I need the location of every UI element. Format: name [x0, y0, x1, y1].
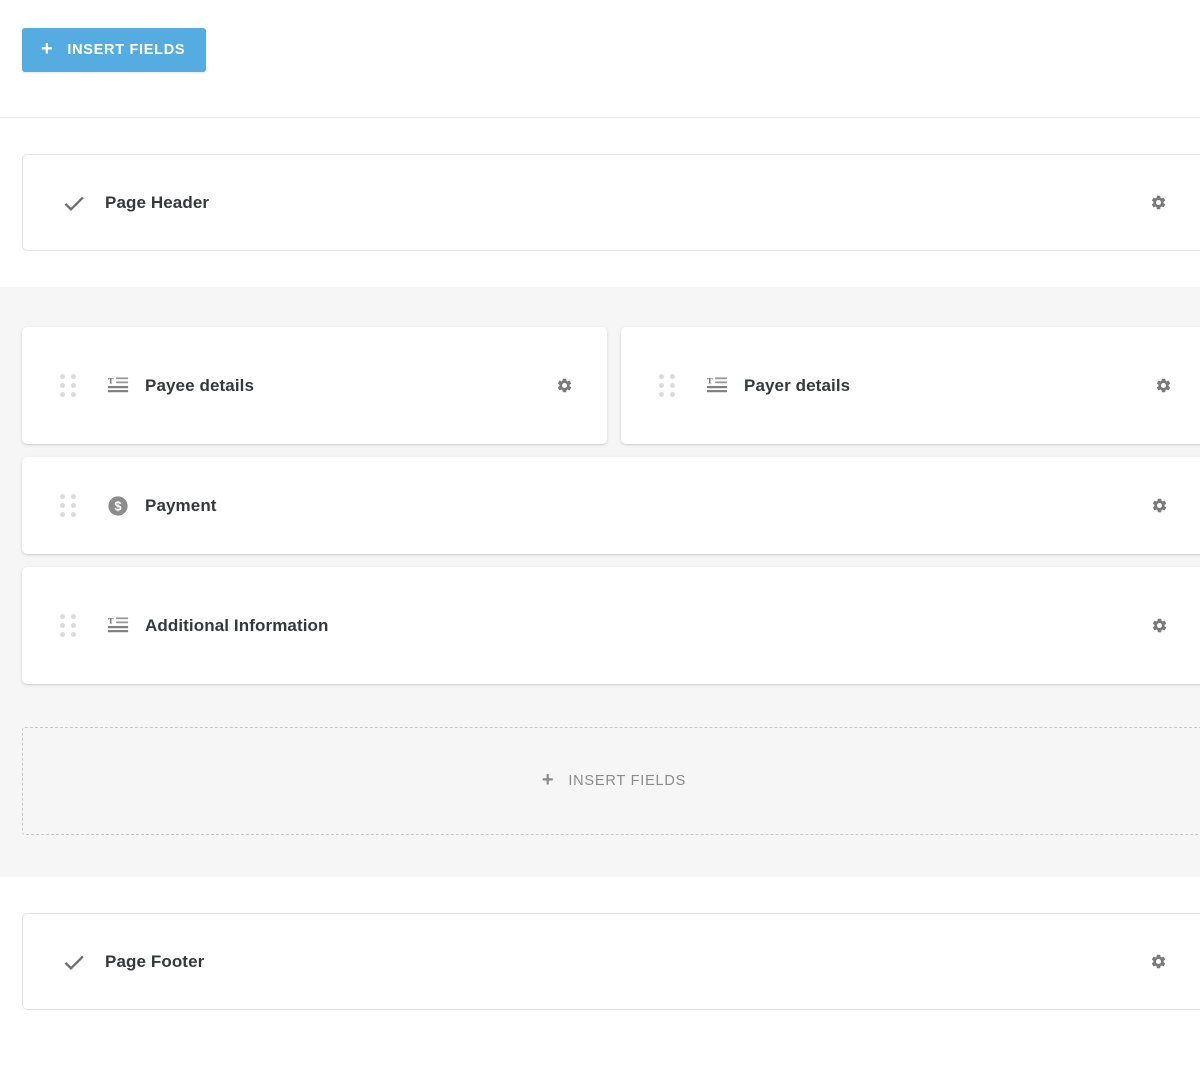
page-footer-section: Page Footer — [0, 877, 1200, 1046]
payee-details-settings-button[interactable] — [551, 373, 577, 399]
svg-text:T: T — [707, 375, 713, 385]
page-footer-card-label: Page Footer — [105, 952, 204, 972]
text-lines-icon: T — [107, 615, 129, 637]
payer-details-card-label: Payer details — [744, 376, 850, 396]
top-toolbar: + INSERT FIELDS — [0, 0, 1200, 118]
insert-fields-button-label: INSERT FIELDS — [67, 42, 185, 58]
payment-card-label: Payment — [145, 496, 217, 516]
payer-details-settings-button[interactable] — [1150, 373, 1176, 399]
page-footer-card-lead: Page Footer — [61, 949, 1145, 975]
additional-information-card-lead: T Additional Information — [60, 614, 1146, 637]
drag-handle-icon[interactable] — [659, 374, 675, 397]
svg-text:T: T — [108, 615, 114, 625]
additional-information-card[interactable]: T Additional Information — [22, 567, 1200, 684]
payee-details-card[interactable]: T Payee details — [22, 327, 607, 444]
plus-icon: + — [41, 39, 53, 59]
dollar-circle-icon: $ — [107, 495, 129, 517]
text-lines-icon: T — [706, 375, 728, 397]
additional-information-settings-button[interactable] — [1146, 613, 1172, 639]
insert-fields-dropzone-inner: + INSERT FIELDS — [542, 771, 686, 791]
gear-icon — [1151, 497, 1168, 514]
payer-details-card-lead: T Payer details — [659, 374, 1150, 397]
gear-icon — [1151, 617, 1168, 634]
drag-handle-icon[interactable] — [60, 614, 76, 637]
check-icon — [61, 949, 87, 975]
svg-text:$: $ — [114, 498, 121, 513]
payee-details-card-label: Payee details — [145, 376, 254, 396]
insert-fields-button[interactable]: + INSERT FIELDS — [22, 28, 206, 72]
insert-fields-dropzone[interactable]: + INSERT FIELDS — [22, 727, 1200, 835]
payment-settings-button[interactable] — [1146, 493, 1172, 519]
two-column-row: T Payee details — [22, 327, 1200, 444]
page-header-settings-button[interactable] — [1145, 190, 1171, 216]
drag-handle-icon[interactable] — [60, 374, 76, 397]
page-header-card[interactable]: Page Header — [22, 154, 1200, 251]
insert-fields-dropzone-label: INSERT FIELDS — [568, 773, 686, 789]
text-lines-icon: T — [107, 375, 129, 397]
payment-card[interactable]: $ Payment — [22, 457, 1200, 554]
gear-icon — [1155, 377, 1172, 394]
svg-text:T: T — [108, 375, 114, 385]
additional-information-card-label: Additional Information — [145, 616, 329, 636]
payer-details-card[interactable]: T Payer details — [621, 327, 1200, 444]
page-header-section: Page Header — [0, 118, 1200, 287]
form-body-section: T Payee details — [0, 287, 1200, 877]
drag-handle-icon[interactable] — [60, 494, 76, 517]
page-header-card-lead: Page Header — [61, 190, 1145, 216]
gear-icon — [1150, 194, 1167, 211]
page-footer-card[interactable]: Page Footer — [22, 913, 1200, 1010]
gear-icon — [556, 377, 573, 394]
payment-card-lead: $ Payment — [60, 494, 1146, 517]
page-header-card-label: Page Header — [105, 193, 209, 213]
gear-icon — [1150, 953, 1167, 970]
plus-icon: + — [542, 770, 554, 790]
check-icon — [61, 190, 87, 216]
payee-details-card-lead: T Payee details — [60, 374, 551, 397]
page-footer-settings-button[interactable] — [1145, 949, 1171, 975]
